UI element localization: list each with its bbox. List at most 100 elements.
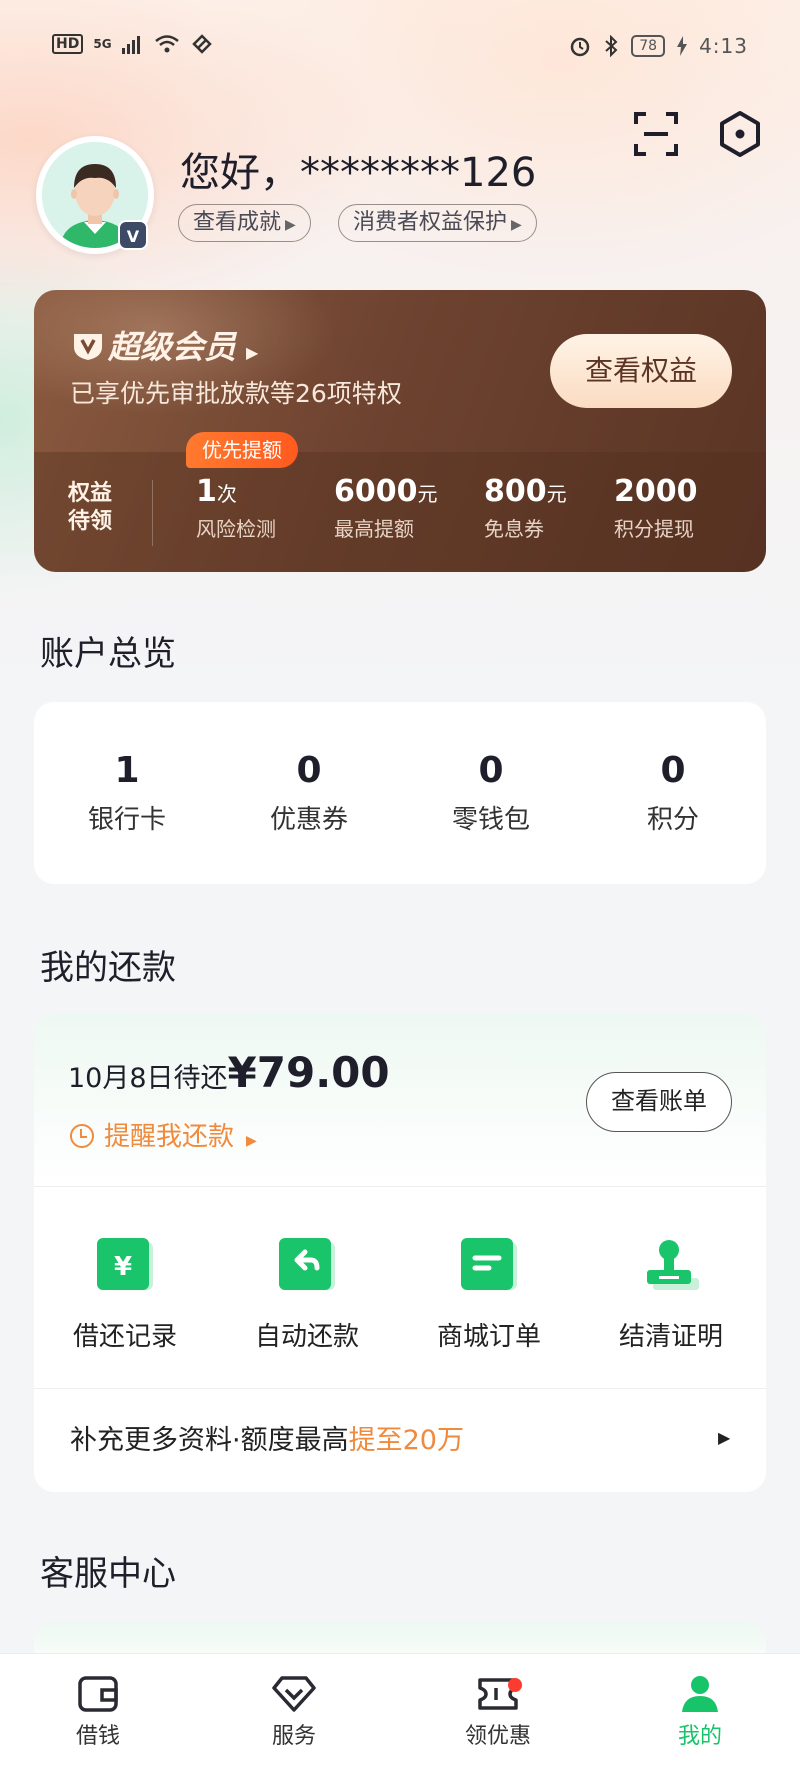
divider — [152, 480, 153, 546]
settings-icon[interactable] — [716, 110, 764, 158]
stat-unit: 元 — [417, 482, 438, 506]
overview-count: 0 — [660, 750, 686, 791]
overview-label: 零钱包 — [451, 805, 530, 835]
member-title[interactable]: 超级会员 ▶ — [72, 322, 258, 368]
nav-mine[interactable]: 我的 — [640, 1672, 760, 1750]
overview-wallet[interactable]: 0 零钱包 — [400, 750, 582, 836]
member-title-label: 超级会员 — [108, 328, 237, 366]
diamond-icon — [272, 1676, 316, 1712]
quick-label: 借还记录 — [72, 1322, 177, 1352]
nav-label: 领优惠 — [464, 1724, 531, 1749]
member-stat-points[interactable]: 2000 积分提现 — [614, 474, 698, 542]
remind-me-link[interactable]: 提醒我还款 ▶ — [70, 1116, 257, 1153]
nav-label: 我的 — [677, 1724, 722, 1749]
quick-mall-orders[interactable]: 商城订单 — [398, 1234, 580, 1353]
member-stat-coupon[interactable]: 800元 免息券 — [484, 474, 567, 542]
network-type: 5G — [93, 37, 112, 51]
overview-count: 0 — [296, 750, 322, 791]
person-icon — [682, 1676, 718, 1712]
clock-time: 4:13 — [699, 34, 748, 58]
stat-value: 800 — [484, 474, 547, 509]
stat-value: 2000 — [614, 474, 698, 509]
nav-label: 服务 — [271, 1724, 316, 1749]
member-stat-risk[interactable]: 1次 风险检测 — [196, 474, 276, 542]
quick-auto-repay[interactable]: 自动还款 — [216, 1234, 398, 1353]
svg-text:¥: ¥ — [114, 1252, 132, 1282]
notification-dot — [508, 1678, 522, 1692]
clock-icon — [70, 1124, 94, 1148]
nav-label: 借钱 — [75, 1724, 120, 1749]
stat-unit: 元 — [546, 482, 567, 506]
stat-label: 免息券 — [484, 517, 544, 541]
divider — [34, 1388, 766, 1389]
member-subtitle: 已享优先审批放款等26项特权 — [70, 379, 402, 408]
quick-label: 结清证明 — [618, 1322, 723, 1352]
overview-bank-card[interactable]: 1 银行卡 — [36, 750, 218, 836]
bluetooth-icon — [605, 35, 618, 57]
priority-tag: 优先提额 — [186, 432, 298, 468]
repayment-title: 我的还款 — [40, 948, 176, 988]
nav-coupons[interactable]: 领优惠 — [438, 1672, 558, 1750]
due-date-text: 10月8日待还 — [68, 1063, 228, 1094]
view-benefits-button[interactable]: 查看权益 — [550, 334, 732, 408]
battery-level: 78 — [631, 35, 666, 57]
stat-label: 风险检测 — [196, 517, 276, 541]
stamp-icon — [647, 1240, 699, 1290]
quick-label: 自动还款 — [254, 1322, 359, 1352]
overview-title: 账户总览 — [40, 634, 176, 674]
service-title: 客服中心 — [40, 1554, 176, 1594]
vip-badge: V — [118, 220, 148, 250]
order-doc-icon — [461, 1238, 517, 1290]
quick-label: 商城订单 — [436, 1322, 541, 1352]
member-stat-limit[interactable]: 6000元 最高提额 — [334, 474, 438, 542]
chevron-right-icon: ▶ — [246, 1133, 257, 1149]
quick-loan-records[interactable]: ¥ 借还记录 — [34, 1234, 216, 1353]
more-highlight: 提至20万 — [348, 1425, 464, 1456]
consumer-rights-label: 消费者权益保护 — [353, 210, 508, 235]
more-text: 补充更多资料·额度最高 — [70, 1425, 349, 1456]
wifi-icon — [154, 35, 179, 53]
overview-points[interactable]: 0 积分 — [582, 750, 764, 836]
overview-label: 积分 — [646, 805, 699, 835]
overview-label: 银行卡 — [87, 805, 166, 835]
benefits-pending-label: 权益待领 — [68, 480, 128, 542]
overview-label: 优惠券 — [269, 805, 348, 835]
link-icon — [191, 34, 212, 54]
consumer-rights-button[interactable]: 消费者权益保护 ▶ — [338, 204, 537, 242]
view-bill-button[interactable]: 查看账单 — [586, 1072, 732, 1132]
achievement-label: 查看成就 — [193, 210, 282, 235]
quick-settlement-proof[interactable]: 结清证明 — [580, 1234, 762, 1353]
overview-count: 1 — [114, 750, 140, 791]
achievement-button[interactable]: 查看成就 ▶ — [178, 204, 311, 242]
due-info: 10月8日待还¥79.00 — [68, 1048, 390, 1097]
chevron-right-icon: ▶ — [511, 217, 522, 233]
return-arrow-icon — [279, 1238, 335, 1290]
chevron-right-icon: ▶ — [246, 343, 259, 362]
signal-icon — [121, 36, 140, 54]
divider — [34, 1186, 766, 1187]
more-info-banner[interactable]: 补充更多资料·额度最高提至20万 — [70, 1418, 464, 1457]
stat-label: 最高提额 — [334, 517, 414, 541]
hd-indicator: HD — [52, 34, 84, 54]
wave-underline — [68, 536, 128, 542]
benefits-pending-text: 权益待领 — [68, 481, 113, 534]
overview-count: 0 — [478, 750, 504, 791]
due-amount: ¥79.00 — [227, 1048, 390, 1097]
nav-borrow[interactable]: 借钱 — [38, 1672, 158, 1750]
wallet-icon — [78, 1676, 118, 1712]
greeting-text: 您好，********126 — [180, 150, 537, 196]
stat-unit: 次 — [216, 482, 237, 506]
alarm-icon — [571, 37, 590, 57]
scan-icon[interactable] — [632, 110, 680, 158]
stat-value: 6000 — [334, 474, 418, 509]
nav-service[interactable]: 服务 — [234, 1672, 354, 1750]
stat-value: 1 — [196, 474, 217, 509]
chevron-right-icon[interactable]: ▶ — [718, 1428, 730, 1447]
remind-label: 提醒我还款 — [104, 1122, 235, 1152]
yen-doc-icon: ¥ — [97, 1238, 153, 1290]
status-bar: HD 5G 78 4:13 — [0, 28, 800, 68]
member-shield-icon — [74, 334, 102, 360]
charging-icon — [677, 36, 688, 56]
overview-coupon[interactable]: 0 优惠券 — [218, 750, 400, 836]
stat-label: 积分提现 — [614, 517, 694, 541]
